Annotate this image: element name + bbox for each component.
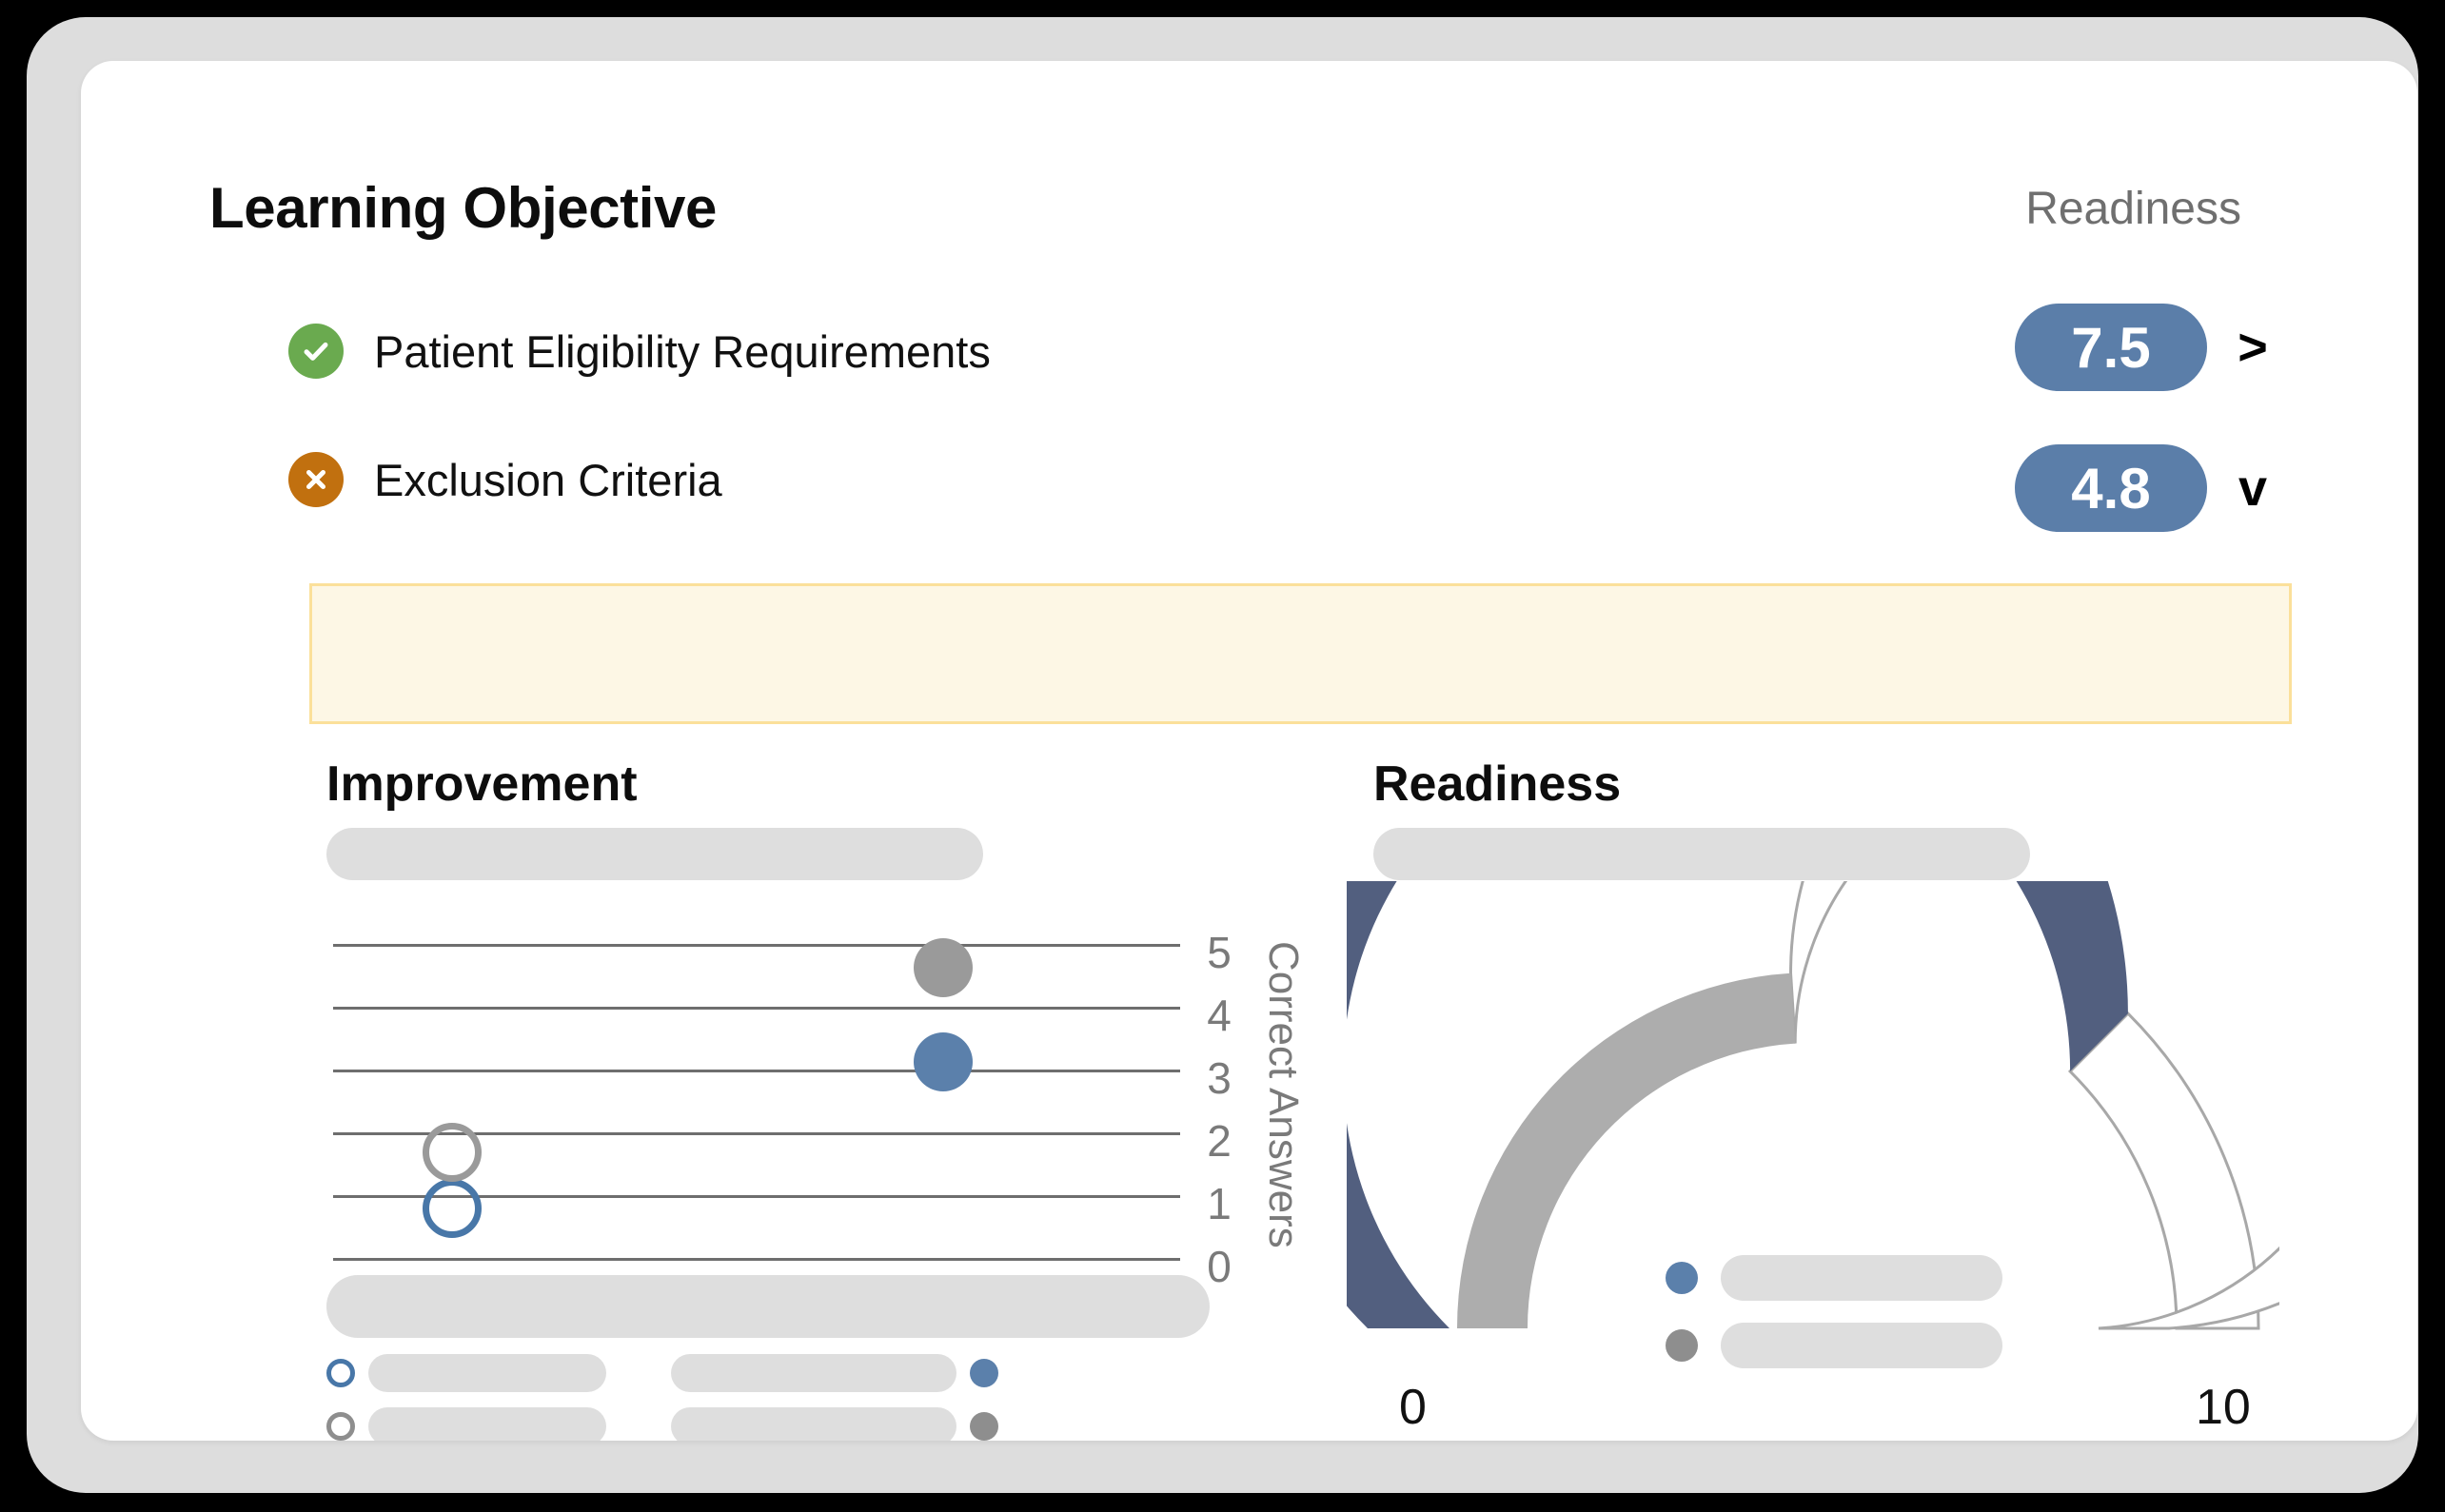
gauge-legend-dot-blue-icon	[1666, 1262, 1698, 1294]
check-circle-icon	[288, 324, 344, 379]
improvement-chart	[333, 938, 1180, 1261]
data-point[interactable]	[422, 1122, 482, 1182]
improvement-panel-heading: Improvement	[326, 756, 638, 812]
y-tick-label: 4	[1207, 991, 1232, 1040]
gridline	[333, 944, 1180, 947]
readiness-score-badge: 4.8	[2015, 444, 2207, 532]
legend-marker-hollow-gray-icon	[326, 1412, 355, 1441]
gauge-legend-dot-gray-icon	[1666, 1329, 1698, 1362]
gauge-min-label: 0	[1399, 1380, 1427, 1435]
page-title: Learning Objective	[209, 176, 717, 240]
improvement-subtitle-placeholder	[326, 828, 983, 880]
gridline	[333, 1070, 1180, 1072]
gridline	[333, 1258, 1180, 1261]
legend-row	[326, 1406, 998, 1441]
objective-label: Patient Eligibility Requirements	[374, 325, 991, 377]
legend-marker-hollow-blue-icon	[326, 1359, 355, 1387]
legend-value-placeholder	[671, 1354, 956, 1392]
legend-marker-solid-gray-icon	[970, 1412, 998, 1441]
gauge-legend-label-placeholder	[1721, 1255, 2002, 1301]
objective-row[interactable]: Exclusion Criteria	[288, 446, 722, 513]
data-point[interactable]	[913, 938, 973, 997]
readiness-panel-heading: Readiness	[1373, 756, 1622, 812]
gauge-max-label: 10	[2196, 1380, 2251, 1435]
y-tick-label: 5	[1207, 928, 1232, 977]
gauge-legend-label-placeholder	[1721, 1323, 2002, 1368]
readiness-column-label: Readiness	[2025, 184, 2241, 234]
improvement-y-axis-title: Correct Answers	[1260, 941, 1307, 1248]
improvement-legend-placeholder	[326, 1275, 1210, 1338]
y-tick-label: 0	[1207, 1242, 1232, 1291]
legend-row	[326, 1353, 998, 1393]
readiness-subtitle-placeholder	[1373, 828, 2030, 880]
y-tick-label: 3	[1207, 1053, 1232, 1103]
readiness-score-badge: 7.5	[2015, 304, 2207, 391]
legend-marker-solid-blue-icon	[970, 1359, 998, 1387]
chevron-right-icon[interactable]: >	[2232, 322, 2274, 373]
objective-label: Exclusion Criteria	[374, 454, 722, 505]
notice-banner	[309, 583, 2292, 724]
score-row[interactable]: 4.8 v	[2015, 444, 2274, 532]
legend-label-placeholder	[368, 1407, 606, 1441]
y-tick-label: 1	[1207, 1179, 1232, 1228]
data-point[interactable]	[422, 1179, 482, 1238]
chevron-down-icon[interactable]: v	[2232, 462, 2274, 514]
gridline	[333, 1007, 1180, 1010]
x-circle-icon	[288, 452, 344, 507]
y-tick-label: 2	[1207, 1116, 1232, 1166]
legend-label-placeholder	[368, 1354, 606, 1392]
device-bezel: Learning Objective Readiness Patient Eli…	[27, 17, 2418, 1493]
objective-row[interactable]: Patient Eligibility Requirements	[288, 318, 991, 384]
data-point[interactable]	[913, 1032, 973, 1091]
gauge-track-outer	[2067, 1011, 2260, 1330]
content-card: Learning Objective Readiness Patient Eli…	[81, 61, 2417, 1441]
gauge-legend-row	[1666, 1323, 2002, 1368]
legend-value-placeholder	[671, 1407, 956, 1441]
score-row[interactable]: 7.5 >	[2015, 304, 2274, 391]
improvement-y-axis-ticks: 5 4 3 2 1 0	[1193, 931, 1246, 1288]
gauge-legend-row	[1666, 1255, 2002, 1301]
